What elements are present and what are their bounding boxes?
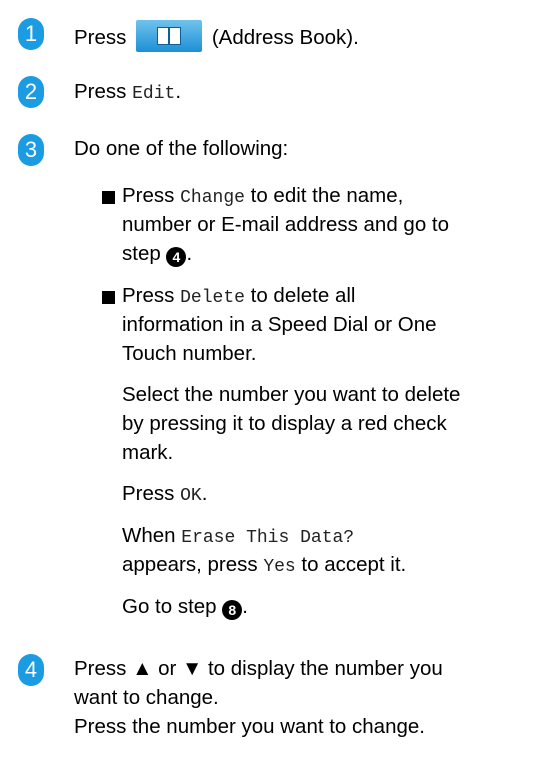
step-4-line-2: want to change. [74, 686, 219, 709]
erase-appears: appears, press [122, 553, 258, 576]
erase-when: When [122, 524, 176, 547]
erase-line-2: appears, press Yes to accept it. [122, 553, 406, 577]
select-para-line-1: Select the number you want to delete [122, 383, 461, 406]
bullet-1-line-3: step 4. [122, 242, 192, 267]
address-book-icon [157, 27, 182, 45]
edit-key: Edit [132, 84, 176, 104]
bullet-1-line-1: Press Change to edit the name, [122, 184, 403, 208]
step-1-text: Press (Address Book). [74, 20, 359, 52]
press-ok-press: Press [122, 482, 175, 505]
erase-this-data-text: Erase This Data? [181, 528, 355, 548]
press-ok-line: Press OK. [122, 482, 207, 506]
erase-accept: to accept it. [301, 553, 407, 576]
change-key: Change [180, 188, 245, 208]
step-2-press: Press [74, 80, 127, 103]
step-1-badge: 1 [18, 18, 44, 50]
delete-key: Delete [180, 288, 245, 308]
bullet-2-line-3: Touch number. [122, 342, 257, 365]
step-2-text: Press Edit. [74, 80, 181, 104]
select-para-line-3: mark. [122, 441, 174, 464]
bullet-1-press: Press [122, 184, 175, 207]
bullet-2-marker [102, 291, 115, 304]
ok-key: OK [180, 486, 202, 506]
bullet-2-line-2: information in a Speed Dial or One [122, 313, 437, 336]
erase-line-1: When Erase This Data? [122, 524, 354, 548]
address-book-button[interactable] [136, 20, 203, 52]
step-2-end: . [175, 80, 182, 103]
goto-step-text: Go to step [122, 595, 217, 618]
press-ok-end: . [201, 482, 208, 505]
goto-step-end: . [242, 595, 248, 618]
step-2-badge: 2 [18, 76, 44, 108]
step-4-badge: 4 [18, 654, 44, 686]
select-para-line-2: by pressing it to display a red check [122, 412, 447, 435]
bullet-2-text-a: to delete all [250, 284, 356, 307]
bullet-1-text-a: to edit the name, [250, 184, 404, 207]
step-ref-4: 4 [166, 247, 187, 267]
step-1-press: Press [74, 26, 127, 49]
step-3-text: Do one of the following: [74, 137, 289, 160]
bullet-1-line-2: number or E-mail address and go to [122, 213, 450, 236]
bullet-2-press: Press [122, 284, 175, 307]
step-4-line-1: Press ▲ or ▼ to display the number you [74, 657, 443, 680]
step-4-line-3: Press the number you want to change. [74, 715, 425, 738]
bullet-1-step: step [122, 242, 161, 265]
bullet-1-end: . [186, 242, 193, 265]
bullet-1-marker [102, 191, 115, 204]
bullet-2-line-1: Press Delete to delete all [122, 284, 355, 308]
step-3-badge: 3 [18, 134, 44, 166]
yes-key: Yes [263, 557, 296, 577]
step-1-label: (Address Book). [211, 26, 359, 49]
goto-step-line: Go to step 8. [122, 595, 248, 620]
step-ref-8: 8 [222, 600, 243, 620]
